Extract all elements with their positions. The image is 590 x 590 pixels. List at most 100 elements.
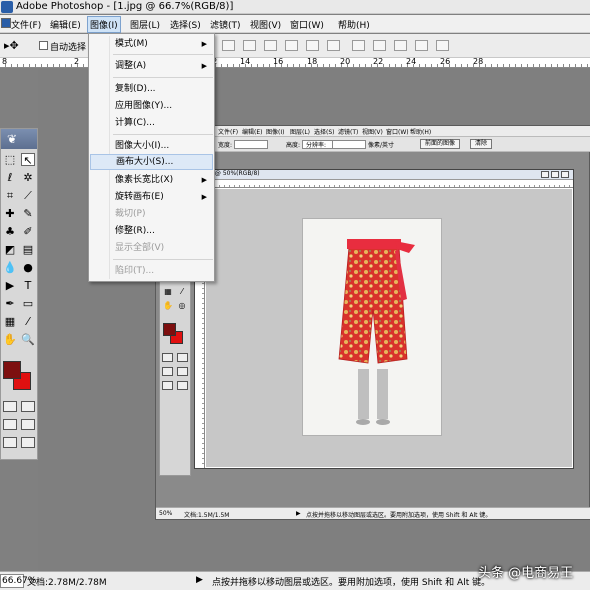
eraser-tool-icon[interactable]: ◩ xyxy=(3,243,17,256)
menu-view[interactable]: 视图(V) xyxy=(250,18,281,31)
eyedropper-icon[interactable]: ⁄ xyxy=(21,315,35,328)
embedded-menu-item[interactable]: 图层(L) xyxy=(290,127,310,136)
screen-mode-standard-icon[interactable] xyxy=(162,367,173,376)
width-field[interactable] xyxy=(234,140,268,149)
screen-mode-full-icon[interactable] xyxy=(177,367,188,376)
menu-layer[interactable]: 图层(L) xyxy=(130,18,160,31)
screen-mode-menu-icon[interactable] xyxy=(3,437,17,448)
play-icon[interactable]: ▶ xyxy=(196,575,203,585)
eyedropper-icon[interactable]: ⁄ xyxy=(175,285,189,298)
shape-tool-icon[interactable]: ▭ xyxy=(21,297,35,310)
quickmask-mode-icon[interactable] xyxy=(21,401,35,412)
marquee-tool-icon[interactable]: ⬚ xyxy=(3,153,17,166)
align-bottom-icon[interactable] xyxy=(264,40,277,51)
menu-file[interactable]: 文件(F) xyxy=(11,18,41,31)
toolbox-header[interactable]: ❦ xyxy=(1,129,37,149)
menu-item-pixel-aspect-ratio[interactable]: 像素长宽比(X) ▶ xyxy=(90,172,213,188)
hand-tool-icon[interactable]: ✋ xyxy=(3,333,17,346)
blur-tool-icon[interactable]: 💧 xyxy=(3,261,17,274)
embedded-zoom-field[interactable]: 50% xyxy=(159,510,172,517)
embedded-menu-item[interactable]: 帮助(H) xyxy=(410,127,431,136)
distribute-vcenter-icon[interactable] xyxy=(373,40,386,51)
history-brush-icon[interactable]: ✐ xyxy=(21,225,35,238)
align-left-icon[interactable] xyxy=(285,40,298,51)
menu-item-rotate-canvas[interactable]: 旋转画布(E) ▶ xyxy=(90,189,213,205)
auto-select-checkbox[interactable] xyxy=(39,41,48,50)
embedded-menu-item[interactable]: 编辑(E) xyxy=(242,127,262,136)
screen-mode-standard-icon[interactable] xyxy=(3,419,17,430)
standard-mode-icon[interactable] xyxy=(162,353,173,362)
gradient-tool-icon[interactable]: ▤ xyxy=(21,243,35,256)
document-icon[interactable] xyxy=(1,18,11,28)
hand-tool-icon[interactable]: ✋ xyxy=(161,299,175,312)
menu-item-trap[interactable]: 陷印(T)... xyxy=(90,263,213,279)
menu-image[interactable]: 图像(I) xyxy=(87,16,121,33)
zoom-tool-icon[interactable]: ◎ xyxy=(175,299,189,312)
embedded-menu-item[interactable]: 选择(S) xyxy=(314,127,335,136)
embedded-menu-item[interactable]: 窗口(W) xyxy=(386,127,409,136)
screen-mode-full-icon[interactable] xyxy=(21,419,35,430)
front-image-button[interactable]: 前面的图像 xyxy=(420,139,461,149)
brush-tool-icon[interactable]: ✎ xyxy=(21,207,35,220)
foreground-color-swatch[interactable] xyxy=(3,361,21,379)
embedded-menu-item[interactable]: 滤镜(T) xyxy=(338,127,358,136)
move-tool-icon[interactable]: ↖ xyxy=(21,153,35,167)
menu-item-adjustments[interactable]: 调整(A) ▶ xyxy=(90,58,213,74)
menu-item-crop[interactable]: 裁切(P) xyxy=(90,206,213,222)
resolution-field[interactable] xyxy=(332,140,366,149)
zoom-tool-icon[interactable]: 🔍 xyxy=(21,333,35,346)
jump-to-imageready-icon[interactable] xyxy=(177,381,188,390)
menu-help[interactable]: 帮助(H) xyxy=(338,18,370,31)
menu-item-image-size[interactable]: 图像大小(I)... xyxy=(90,138,213,154)
notes-tool-icon[interactable]: ▦ xyxy=(161,285,175,298)
clone-stamp-icon[interactable]: ♣ xyxy=(3,225,17,238)
type-tool-icon[interactable]: T xyxy=(21,279,35,292)
align-vcenter-icon[interactable] xyxy=(243,40,256,51)
menu-window[interactable]: 窗口(W) xyxy=(290,18,324,31)
menu-item-calculations[interactable]: 计算(C)... xyxy=(90,115,213,131)
menu-item-canvas-size[interactable]: 画布大小(S)... xyxy=(90,154,213,170)
jump-to-imageready-icon[interactable] xyxy=(21,437,35,448)
path-select-icon[interactable]: ▶ xyxy=(3,279,17,292)
slice-tool-icon[interactable]: ⟋ xyxy=(21,189,35,202)
menu-item-apply-image[interactable]: 应用图像(Y)... xyxy=(90,98,213,114)
menu-item-trim[interactable]: 修整(R)... xyxy=(90,223,213,239)
menu-filter[interactable]: 滤镜(T) xyxy=(210,18,241,31)
close-icon[interactable] xyxy=(561,171,569,178)
distribute-bottom-icon[interactable] xyxy=(394,40,407,51)
screen-mode-menu-icon[interactable] xyxy=(162,381,173,390)
document-title-bar[interactable]: 1.jpg @ 50%(RGB/8) xyxy=(195,170,573,180)
distribute-top-icon[interactable] xyxy=(352,40,365,51)
magic-wand-icon[interactable]: ✲ xyxy=(21,171,35,184)
healing-brush-icon[interactable]: ✚ xyxy=(3,207,17,220)
quickmask-mode-icon[interactable] xyxy=(177,353,188,362)
dodge-tool-icon[interactable]: ● xyxy=(21,261,35,274)
menu-item-reveal-all[interactable]: 显示全部(V) xyxy=(90,240,213,256)
foreground-color-swatch[interactable] xyxy=(163,323,176,336)
distribute-left-icon[interactable] xyxy=(415,40,428,51)
document-canvas[interactable] xyxy=(206,189,572,467)
distribute-hcenter-icon[interactable] xyxy=(436,40,449,51)
move-tool-icon[interactable]: ▸✥ xyxy=(4,39,19,52)
standard-mode-icon[interactable] xyxy=(3,401,17,412)
notes-tool-icon[interactable]: ▦ xyxy=(3,315,17,328)
clear-button[interactable]: 清除 xyxy=(470,139,493,149)
align-hcenter-icon[interactable] xyxy=(306,40,319,51)
align-right-icon[interactable] xyxy=(327,40,340,51)
embedded-menu-item[interactable]: 文件(F) xyxy=(218,127,238,136)
minimize-icon[interactable] xyxy=(541,171,549,178)
resolution-unit[interactable]: 像素/英寸 xyxy=(368,140,394,149)
document-size[interactable]: 文档:2.78M/2.78M xyxy=(27,575,107,588)
lasso-tool-icon[interactable]: ℓ xyxy=(3,171,17,184)
play-icon[interactable]: ▶ xyxy=(296,510,301,517)
menu-select[interactable]: 选择(S) xyxy=(170,18,201,31)
menu-item-mode[interactable]: 模式(M) ▶ xyxy=(90,36,213,52)
embedded-menu-item[interactable]: 视图(V) xyxy=(362,127,383,136)
maximize-icon[interactable] xyxy=(551,171,559,178)
embedded-menu-item[interactable]: 图像(I) xyxy=(266,127,284,136)
crop-tool-icon[interactable]: ⌗ xyxy=(3,189,17,202)
align-top-icon[interactable] xyxy=(222,40,235,51)
menu-edit[interactable]: 编辑(E) xyxy=(50,18,81,31)
menu-item-duplicate[interactable]: 复制(D)... xyxy=(90,81,213,97)
pen-tool-icon[interactable]: ✒ xyxy=(3,297,17,310)
